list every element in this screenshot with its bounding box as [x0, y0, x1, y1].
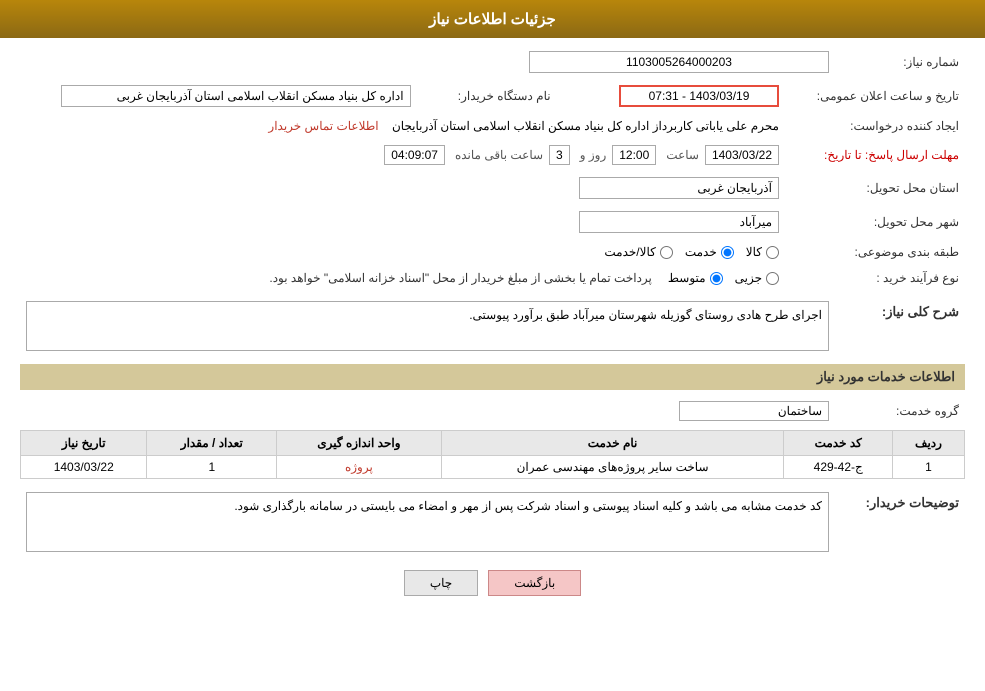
- announce-date-display: 1403/03/19 - 07:31: [619, 85, 779, 107]
- creator-row: ایجاد کننده درخواست: محرم علی یاباتی کار…: [20, 116, 965, 136]
- deadline-days-label: روز و: [580, 148, 607, 162]
- page-container: جزئیات اطلاعات نیاز شماره نیاز: 11030052…: [0, 0, 985, 691]
- buyer-notes-box: کد خدمت مشابه می باشد و کلیه اسناد پیوست…: [26, 492, 829, 552]
- print-button[interactable]: چاپ: [404, 570, 478, 596]
- buyer-notes-label: توضیحات خریدار:: [835, 489, 965, 555]
- radio-motavaset[interactable]: متوسط: [668, 271, 723, 285]
- need-number-label: شماره نیاز:: [835, 48, 965, 76]
- buyer-notes-row: توضیحات خریدار: کد خدمت مشابه می باشد و …: [20, 489, 965, 555]
- radio-jozi-label: جزیی: [735, 271, 762, 285]
- radio-motavaset-label: متوسط: [668, 271, 706, 285]
- city-display: میرآباد: [579, 211, 779, 233]
- category-row: طبقه بندی موضوعی: کالا خدمت: [20, 242, 965, 262]
- radio-kala-input[interactable]: [766, 246, 779, 259]
- deadline-remaining-display: 04:09:07: [384, 145, 445, 165]
- buyer-org-display: اداره کل بنیاد مسکن انقلاب اسلامی استان …: [61, 85, 411, 107]
- announce-date-value: 1403/03/19 - 07:31: [597, 82, 785, 110]
- province-display: آذربایجان غربی: [579, 177, 779, 199]
- service-group-row: گروه خدمت: ساختمان: [20, 398, 965, 424]
- process-options: جزیی متوسط پرداخت تمام یا بخشی از مبلغ خ…: [20, 268, 785, 288]
- col-date: تاریخ نیاز: [21, 431, 147, 456]
- deadline-time-label: ساعت: [666, 148, 699, 162]
- col-qty: تعداد / مقدار: [147, 431, 277, 456]
- page-header: جزئیات اطلاعات نیاز: [0, 0, 985, 38]
- need-number-display: 1103005264000203: [529, 51, 829, 73]
- description-value: اجرای طرح هادی روستای گوزیله شهرستان میر…: [20, 298, 835, 354]
- radio-jozi[interactable]: جزیی: [735, 271, 779, 285]
- radio-kala-khedmat[interactable]: کالا/خدمت: [604, 245, 672, 259]
- process-note: پرداخت تمام یا بخشی از مبلغ خریدار از مح…: [269, 271, 652, 285]
- province-row: استان محل تحویل: آذربایجان غربی: [20, 174, 965, 202]
- main-content: شماره نیاز: 1103005264000203 تاریخ و ساع…: [0, 38, 985, 616]
- buyer-org-row: تاریخ و ساعت اعلان عمومی: 1403/03/19 - 0…: [20, 82, 965, 110]
- service-group-label: گروه خدمت:: [835, 398, 965, 424]
- need-number-value: 1103005264000203: [20, 48, 835, 76]
- cell-row: 1: [892, 456, 964, 479]
- cell-date: 1403/03/22: [21, 456, 147, 479]
- category-options: کالا خدمت کالا/خدمت: [20, 242, 785, 262]
- radio-motavaset-input[interactable]: [710, 272, 723, 285]
- buyer-org-label: نام دستگاه خریدار:: [417, 82, 557, 110]
- cell-code: ج-42-429: [784, 456, 893, 479]
- radio-khedmat[interactable]: خدمت: [685, 245, 734, 259]
- deadline-details: 1403/03/22 ساعت 12:00 روز و 3 ساعت باقی …: [20, 142, 785, 168]
- province-value: آذربایجان غربی: [20, 174, 785, 202]
- description-table: شرح کلی نیاز: اجرای طرح هادی روستای گوزی…: [20, 298, 965, 354]
- category-label: طبقه بندی موضوعی:: [785, 242, 965, 262]
- process-label: نوع فرآیند خرید :: [785, 268, 965, 288]
- radio-kala-khedmat-input[interactable]: [660, 246, 673, 259]
- radio-jozi-input[interactable]: [766, 272, 779, 285]
- services-section-title: اطلاعات خدمات مورد نیاز: [20, 364, 965, 390]
- table-row: 1ج-42-429ساخت سایر پروژه‌های مهندسی عمرا…: [21, 456, 965, 479]
- announce-date-label: تاریخ و ساعت اعلان عمومی:: [785, 82, 965, 110]
- buyer-org-value: اداره کل بنیاد مسکن انقلاب اسلامی استان …: [20, 82, 417, 110]
- description-section: شرح کلی نیاز: اجرای طرح هادی روستای گوزی…: [20, 298, 965, 354]
- cell-name: ساخت سایر پروژه‌های مهندسی عمران: [441, 456, 784, 479]
- need-number-row: شماره نیاز: 1103005264000203: [20, 48, 965, 76]
- creator-label: ایجاد کننده درخواست:: [785, 116, 965, 136]
- deadline-date-display: 1403/03/22: [705, 145, 779, 165]
- radio-khedmat-input[interactable]: [721, 246, 734, 259]
- cell-quantity: 1: [147, 456, 277, 479]
- cell-unit: پروژه: [277, 456, 441, 479]
- contact-link[interactable]: اطلاعات تماس خریدار: [268, 119, 378, 133]
- service-group-display: ساختمان: [679, 401, 829, 421]
- buyer-notes-value: کد خدمت مشابه می باشد و کلیه اسناد پیوست…: [20, 489, 835, 555]
- city-row: شهر محل تحویل: میرآباد: [20, 208, 965, 236]
- deadline-row: مهلت ارسال پاسخ: تا تاریخ: 1403/03/22 سا…: [20, 142, 965, 168]
- col-code: کد خدمت: [784, 431, 893, 456]
- send-deadline-label: مهلت ارسال پاسخ: تا تاریخ:: [785, 142, 965, 168]
- radio-kala-label: کالا: [746, 245, 762, 259]
- col-name: نام خدمت: [441, 431, 784, 456]
- deadline-hours-label: ساعت باقی مانده: [455, 148, 543, 162]
- creator-display: محرم علی یاباتی کاربرداز اداره کل بنیاد …: [392, 119, 779, 133]
- deadline-time-display: 12:00: [612, 145, 656, 165]
- province-label: استان محل تحویل:: [785, 174, 965, 202]
- radio-kala-khedmat-label: کالا/خدمت: [604, 245, 655, 259]
- creator-value: محرم علی یاباتی کاربرداز اداره کل بنیاد …: [20, 116, 785, 136]
- description-text: اجرای طرح هادی روستای گوزیله شهرستان میر…: [469, 308, 822, 322]
- back-button[interactable]: بازگشت: [488, 570, 581, 596]
- buttons-row: بازگشت چاپ: [20, 570, 965, 596]
- col-row: ردیف: [892, 431, 964, 456]
- radio-khedmat-label: خدمت: [685, 245, 717, 259]
- description-box: اجرای طرح هادی روستای گوزیله شهرستان میر…: [26, 301, 829, 351]
- deadline-days-display: 3: [549, 145, 570, 165]
- process-row: نوع فرآیند خرید : جزیی متوسط: [20, 268, 965, 288]
- service-group-value: ساختمان: [20, 398, 835, 424]
- services-table: ردیف کد خدمت نام خدمت واحد اندازه گیری ت…: [20, 430, 965, 479]
- page-title: جزئیات اطلاعات نیاز: [429, 11, 556, 28]
- city-label: شهر محل تحویل:: [785, 208, 965, 236]
- col-unit: واحد اندازه گیری: [277, 431, 441, 456]
- radio-kala[interactable]: کالا: [746, 245, 779, 259]
- description-label: شرح کلی نیاز:: [835, 298, 965, 354]
- buyer-notes-text: کد خدمت مشابه می باشد و کلیه اسناد پیوست…: [234, 499, 822, 513]
- city-value: میرآباد: [20, 208, 785, 236]
